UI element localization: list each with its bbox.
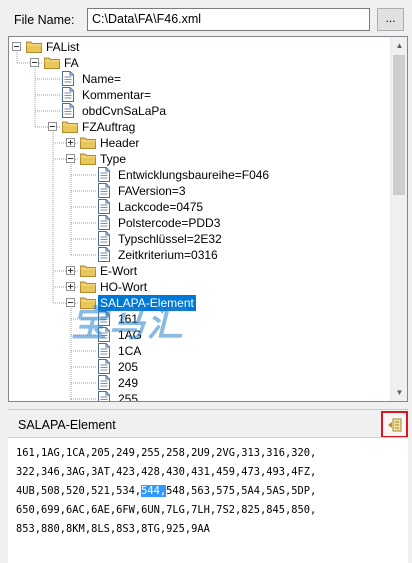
tree-node-label[interactable]: Kommentar= xyxy=(80,87,153,103)
folder-icon xyxy=(80,136,96,149)
collapse-panel-button[interactable] xyxy=(381,411,408,438)
detail-text-line: 650,699,6AC,6AE,6FW,6UN,7LG,7LH,7S2,825,… xyxy=(16,504,317,516)
tree-node-label[interactable]: Polstercode=PDD3 xyxy=(116,215,222,231)
tree-node-label[interactable]: 249 xyxy=(116,375,140,391)
detail-text-line: 322,346,3AG,3AT,423,428,430,431,459,473,… xyxy=(16,466,317,478)
tree-leaf-node[interactable]: Name= xyxy=(9,71,389,87)
document-icon xyxy=(98,183,110,198)
tree-node-label[interactable]: Typschlüssel=2E32 xyxy=(116,231,224,247)
tree-node-label[interactable]: HO-Wort xyxy=(98,279,149,295)
tree-node-label[interactable]: 255 xyxy=(116,391,140,401)
file-row: File Name: C:\Data\FA\F46.xml ... xyxy=(0,0,412,37)
document-icon xyxy=(98,247,110,262)
tree-node-label[interactable]: Name= xyxy=(80,71,123,87)
tree-folder-node[interactable]: FZAuftrag xyxy=(9,119,389,135)
collapse-minus-icon[interactable] xyxy=(66,154,75,163)
tree-leaf-node[interactable]: 1AG xyxy=(9,327,389,343)
document-icon xyxy=(98,375,110,390)
file-path-field[interactable]: C:\Data\FA\F46.xml xyxy=(87,8,370,31)
collapse-minus-icon[interactable] xyxy=(30,58,39,67)
collapse-panel-icon xyxy=(388,418,402,432)
tree-node-label[interactable]: Type xyxy=(98,151,128,167)
detail-text-line: 4UB,508,520,521,534,544,548,563,575,5A4,… xyxy=(16,485,317,497)
salapa-values-text[interactable]: 161,1AG,1CA,205,249,255,258,2U9,2VG,313,… xyxy=(16,444,404,539)
document-icon xyxy=(98,199,110,214)
document-icon xyxy=(62,71,74,86)
folder-icon xyxy=(80,264,96,277)
scroll-down-arrow-icon[interactable]: ▼ xyxy=(391,384,407,401)
tree-leaf-node[interactable]: 205 xyxy=(9,359,389,375)
tree-leaf-node[interactable]: obdCvnSaLaPa xyxy=(9,103,389,119)
tree-folder-node[interactable]: HO-Wort xyxy=(9,279,389,295)
tree-folder-node[interactable]: Header xyxy=(9,135,389,151)
tree-folder-node[interactable]: E-Wort xyxy=(9,263,389,279)
document-icon xyxy=(62,103,74,118)
folder-icon xyxy=(26,40,42,53)
scrollbar-thumb[interactable] xyxy=(393,55,405,195)
detail-body[interactable]: 161,1AG,1CA,205,249,255,258,2U9,2VG,313,… xyxy=(8,437,408,563)
folder-icon xyxy=(62,120,78,133)
tree-leaf-node[interactable]: Lackcode=0475 xyxy=(9,199,389,215)
document-icon xyxy=(98,215,110,230)
folder-icon xyxy=(80,152,96,165)
tree-leaf-node[interactable]: Zeitkriterium=0316 xyxy=(9,247,389,263)
document-icon xyxy=(98,167,110,182)
selected-text-highlight[interactable]: 544, xyxy=(141,485,167,497)
collapse-minus-icon[interactable] xyxy=(12,42,21,51)
tree-node-label[interactable]: Entwicklungsbaureihe=F046 xyxy=(116,167,271,183)
tree-leaf-node[interactable]: FAVersion=3 xyxy=(9,183,389,199)
tree-node-label[interactable]: 205 xyxy=(116,359,140,375)
folder-icon xyxy=(44,56,60,69)
tree-node-label[interactable]: Lackcode=0475 xyxy=(116,199,205,215)
browse-button[interactable]: ... xyxy=(377,8,404,31)
expand-plus-icon[interactable] xyxy=(66,138,75,147)
tree-leaf-node[interactable]: 1CA xyxy=(9,343,389,359)
detail-title: SALAPA-Element xyxy=(18,418,116,432)
folder-icon xyxy=(80,280,96,293)
tree-node-label[interactable]: Zeitkriterium=0316 xyxy=(116,247,220,263)
tree-vertical-scrollbar[interactable]: ▲ ▼ xyxy=(390,37,407,401)
expand-plus-icon[interactable] xyxy=(66,282,75,291)
xml-tree-view[interactable]: FAList FA Name= Kommentar= obdCvnSaLaPa FZAuf… xyxy=(8,36,408,402)
tree-leaf-node[interactable]: 161 xyxy=(9,311,389,327)
tree-leaf-node[interactable]: Entwicklungsbaureihe=F046 xyxy=(9,167,389,183)
document-icon xyxy=(98,391,110,401)
tree-leaf-node[interactable]: Typschlüssel=2E32 xyxy=(9,231,389,247)
tree-node-label[interactable]: FAVersion=3 xyxy=(116,183,188,199)
detail-text-line: 853,880,8KM,8LS,8S3,8TG,925,9AA xyxy=(16,523,210,535)
document-icon xyxy=(98,231,110,246)
tree-folder-node[interactable]: FAList xyxy=(9,39,389,55)
tree-node-label[interactable]: E-Wort xyxy=(98,263,139,279)
tree-leaf-node[interactable]: Kommentar= xyxy=(9,87,389,103)
tree-node-label[interactable]: FA xyxy=(62,55,81,71)
tree-node-label[interactable]: FZAuftrag xyxy=(80,119,137,135)
tree-leaf-node[interactable]: 249 xyxy=(9,375,389,391)
tree-folder-node[interactable]: FA xyxy=(9,55,389,71)
tree-leaf-node[interactable]: Polstercode=PDD3 xyxy=(9,215,389,231)
document-icon xyxy=(98,359,110,374)
detail-text-line: 161,1AG,1CA,205,249,255,258,2U9,2VG,313,… xyxy=(16,447,317,459)
scroll-up-arrow-icon[interactable]: ▲ xyxy=(391,37,407,54)
tree-folder-node[interactable]: SALAPA-Element xyxy=(9,295,389,311)
watermark-logo: 宝马汇 xyxy=(71,304,186,345)
tree-node-label[interactable]: Header xyxy=(98,135,141,151)
tree-node-label[interactable]: FAList xyxy=(44,39,81,55)
expand-plus-icon[interactable] xyxy=(66,266,75,275)
detail-header: SALAPA-Element xyxy=(8,409,408,438)
tree-leaf-node[interactable]: 255 xyxy=(9,391,389,401)
file-name-label: File Name: xyxy=(14,13,75,27)
document-icon xyxy=(62,87,74,102)
tree-folder-node[interactable]: Type xyxy=(9,151,389,167)
tree-node-label[interactable]: obdCvnSaLaPa xyxy=(80,103,168,119)
collapse-minus-icon[interactable] xyxy=(48,122,57,131)
